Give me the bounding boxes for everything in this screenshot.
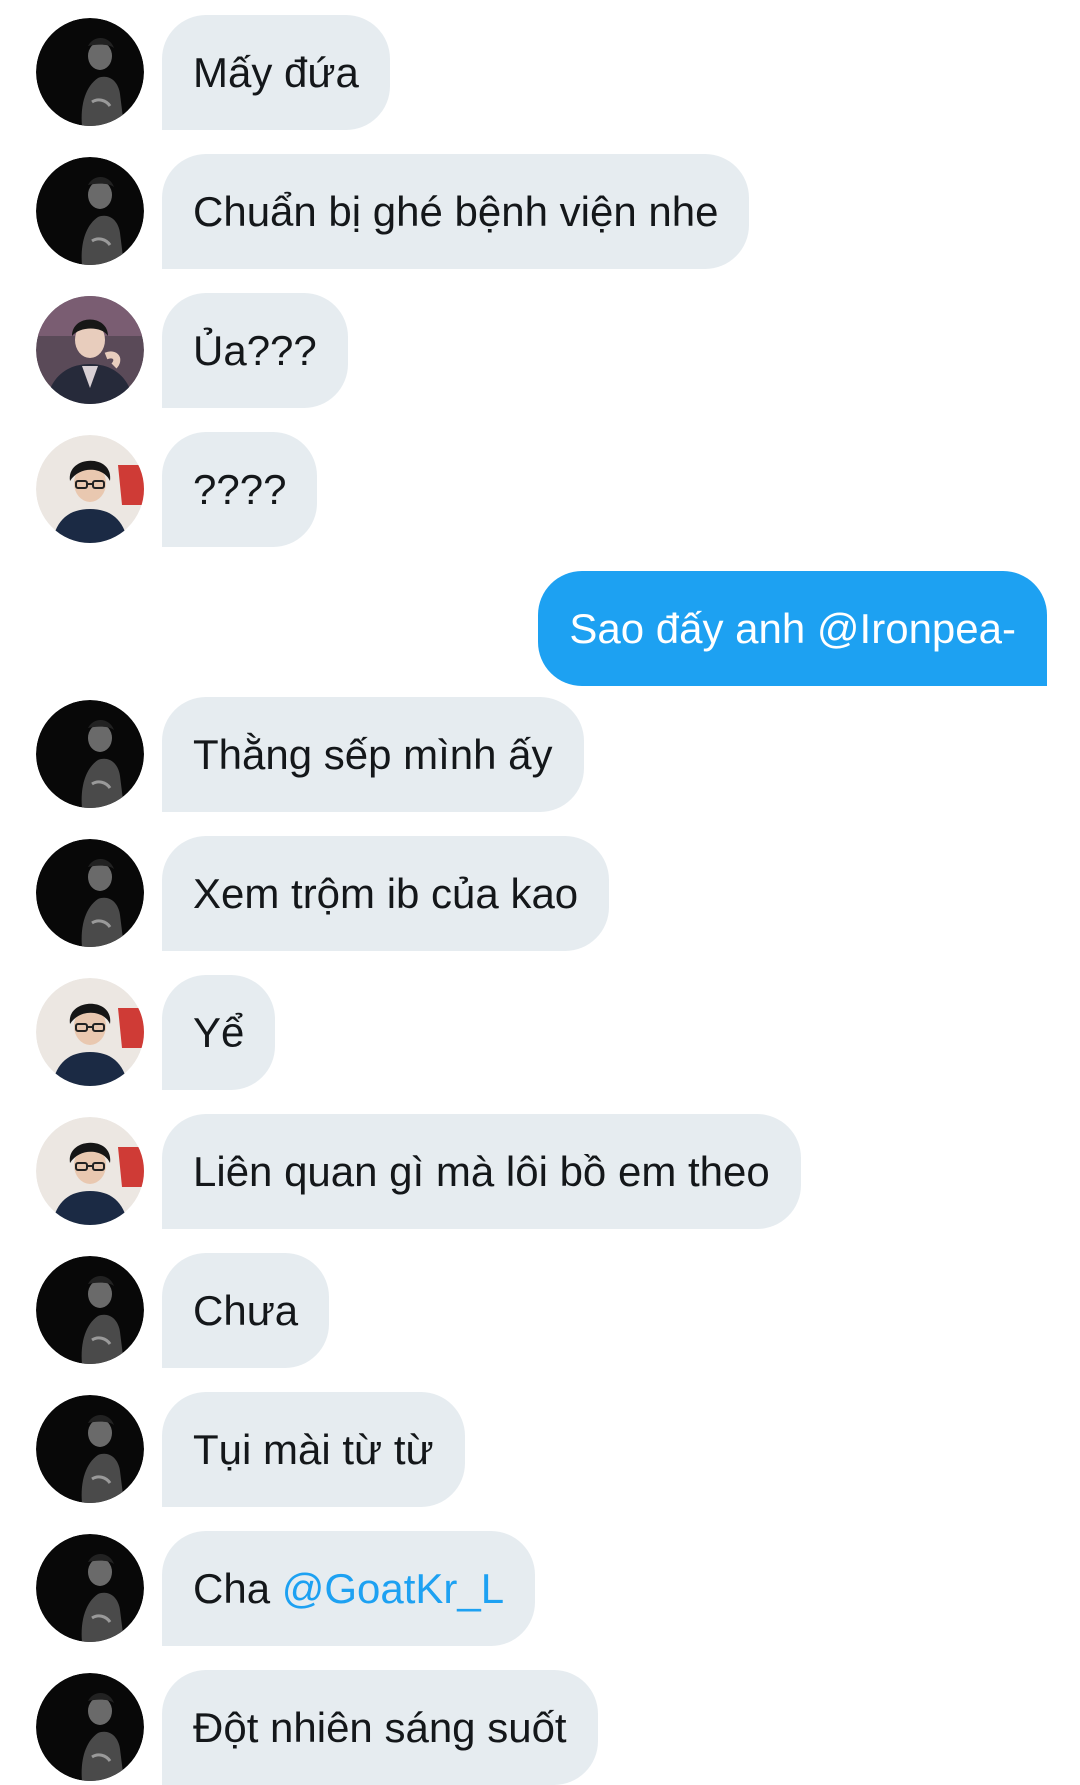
- message-bubble[interactable]: Chuẩn bị ghé bệnh viện nhe: [162, 154, 750, 269]
- avatar[interactable]: [36, 157, 144, 265]
- message-text: Cha: [193, 1565, 282, 1612]
- suit-profile-avatar-icon: [36, 296, 144, 404]
- message-row: Mấy đứa: [0, 15, 1080, 130]
- dark-profile-avatar-icon: [36, 839, 144, 947]
- dark-profile-avatar-icon: [36, 1534, 144, 1642]
- avatar[interactable]: [36, 839, 144, 947]
- message-row: Cha @GoatKr_L: [0, 1531, 1080, 1646]
- dark-profile-avatar-icon: [36, 700, 144, 808]
- message-bubble[interactable]: ????: [162, 432, 318, 547]
- message-text: Tụi mài từ từ: [193, 1426, 434, 1473]
- message-bubble[interactable]: Thằng sếp mình ấy: [162, 697, 584, 812]
- message-bubble[interactable]: Liên quan gì mà lôi bồ em theo: [162, 1114, 801, 1229]
- dark-profile-avatar-icon: [36, 1395, 144, 1503]
- message-text: Chuẩn bị ghé bệnh viện nhe: [193, 188, 719, 235]
- message-bubble[interactable]: Ủa???: [162, 293, 348, 408]
- avatar[interactable]: [36, 1117, 144, 1225]
- chat-thread: Mấy đứa Chuẩn bị ghé bệnh viện nhe Ủa???…: [0, 0, 1080, 1785]
- message-text: Liên quan gì mà lôi bồ em theo: [193, 1148, 770, 1195]
- message-bubble[interactable]: Xem trộm ib của kao: [162, 836, 610, 951]
- message-bubble[interactable]: Cha @GoatKr_L: [162, 1531, 536, 1646]
- message-row-outgoing: Sao đấy anh @Ironpea-: [0, 571, 1080, 686]
- dark-profile-avatar-icon: [36, 157, 144, 265]
- message-row: Chuẩn bị ghé bệnh viện nhe: [0, 154, 1080, 269]
- avatar[interactable]: [36, 1256, 144, 1364]
- message-text: Ủa???: [193, 327, 317, 374]
- avatar[interactable]: [36, 296, 144, 404]
- message-row: Chưa: [0, 1253, 1080, 1368]
- message-row: ????: [0, 432, 1080, 547]
- avatar[interactable]: [36, 435, 144, 543]
- glasses-profile-avatar-icon: [36, 978, 144, 1086]
- message-bubble[interactable]: Chưa: [162, 1253, 330, 1368]
- message-bubble[interactable]: Yể: [162, 975, 276, 1090]
- message-row: Yể: [0, 975, 1080, 1090]
- message-text: Sao đấy anh @Ironpea-: [569, 605, 1016, 652]
- message-text: Đột nhiên sáng suốt: [193, 1704, 567, 1751]
- message-text: Thằng sếp mình ấy: [193, 731, 553, 778]
- dark-profile-avatar-icon: [36, 1673, 144, 1781]
- avatar[interactable]: [36, 1534, 144, 1642]
- message-row: Thằng sếp mình ấy: [0, 697, 1080, 812]
- dark-profile-avatar-icon: [36, 18, 144, 126]
- avatar[interactable]: [36, 1395, 144, 1503]
- message-text: Xem trộm ib của kao: [193, 870, 579, 917]
- avatar[interactable]: [36, 978, 144, 1086]
- message-text: ????: [193, 466, 287, 513]
- avatar[interactable]: [36, 700, 144, 808]
- message-text: Mấy đứa: [193, 49, 359, 96]
- avatar[interactable]: [36, 1673, 144, 1781]
- glasses-profile-avatar-icon: [36, 435, 144, 543]
- message-text: Yể: [193, 1009, 245, 1056]
- message-row: Đột nhiên sáng suốt: [0, 1670, 1080, 1785]
- dark-profile-avatar-icon: [36, 1256, 144, 1364]
- message-bubble[interactable]: Tụi mài từ từ: [162, 1392, 465, 1507]
- message-bubble[interactable]: Đột nhiên sáng suốt: [162, 1670, 598, 1785]
- message-bubble[interactable]: Mấy đứa: [162, 15, 390, 130]
- message-bubble-outgoing[interactable]: Sao đấy anh @Ironpea-: [538, 571, 1047, 686]
- message-row: Ủa???: [0, 293, 1080, 408]
- message-text: Chưa: [193, 1287, 299, 1334]
- user-mention-link[interactable]: @GoatKr_L: [282, 1565, 504, 1612]
- message-row: Tụi mài từ từ: [0, 1392, 1080, 1507]
- message-row: Xem trộm ib của kao: [0, 836, 1080, 951]
- message-row: Liên quan gì mà lôi bồ em theo: [0, 1114, 1080, 1229]
- avatar[interactable]: [36, 18, 144, 126]
- glasses-profile-avatar-icon: [36, 1117, 144, 1225]
